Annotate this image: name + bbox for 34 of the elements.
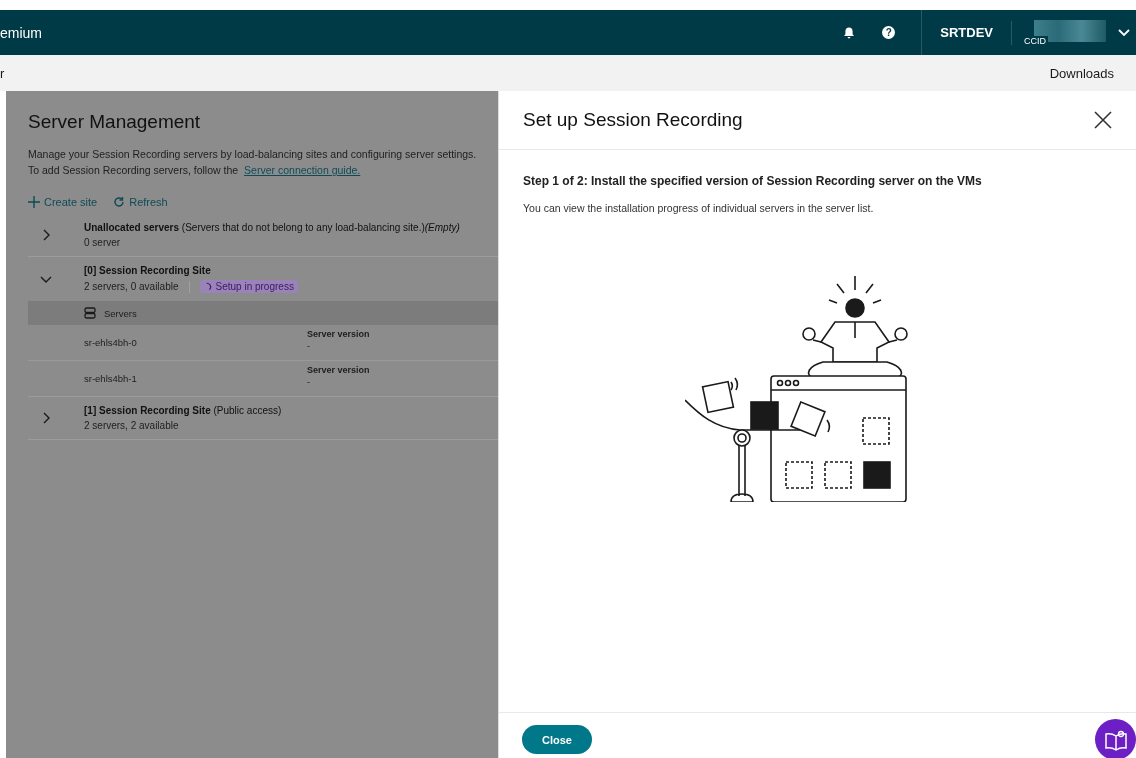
page-description: Manage your Session Recording servers by load-balancing sites and configuring server settings. [28, 147, 478, 162]
refresh-icon [113, 196, 126, 208]
site-name: Unallocated servers (Servers that do not belong to any load-balancing site.)(Empty) [84, 222, 460, 233]
guide-button[interactable] [1095, 719, 1136, 758]
site-summary: 2 servers, 2 available [84, 420, 179, 431]
site-name: [0] Session Recording Site [84, 265, 212, 276]
site-summary: 2 servers, 0 available [84, 281, 179, 292]
version-value: - [307, 376, 311, 387]
site-summary: 0 server [84, 237, 121, 248]
account-label: CCID [1024, 35, 1048, 46]
tenant-name[interactable]: SRTDEV [940, 25, 993, 40]
version-label: Server version [307, 364, 370, 375]
guide-text: To add Session Recording servers, follow the [28, 164, 239, 176]
downloads-link[interactable]: Downloads [1049, 65, 1114, 81]
step-note: You can view the installation progress of individual servers in the server list. [523, 202, 875, 214]
site-name: [1] Session Recording Site (Public access) [84, 405, 282, 416]
plus-icon [28, 196, 40, 208]
status-badge: Setup in progress [199, 280, 298, 293]
version-value: - [307, 340, 311, 351]
server-icon [84, 307, 96, 319]
bell-icon[interactable] [842, 25, 857, 40]
servers-header-label: Servers [104, 307, 137, 319]
close-button[interactable]: Close [522, 725, 592, 754]
step-heading: Step 1 of 2: Install the specified version of Session Recording server on the VMs [523, 174, 983, 188]
server-name: sr-ehls4bh-1 [83, 373, 138, 384]
server-name: sr-ehls4bh-0 [83, 337, 138, 348]
chevron-down-icon[interactable] [1118, 28, 1130, 37]
product-name: emium [0, 24, 42, 41]
help-icon[interactable]: ? [882, 26, 896, 39]
version-label: Server version [307, 328, 370, 339]
drawer-title: Set up Session Recording [523, 109, 743, 131]
close-icon[interactable] [1094, 111, 1112, 129]
menu-item[interactable]: r [0, 65, 5, 81]
page-title: Server Management [28, 111, 202, 133]
